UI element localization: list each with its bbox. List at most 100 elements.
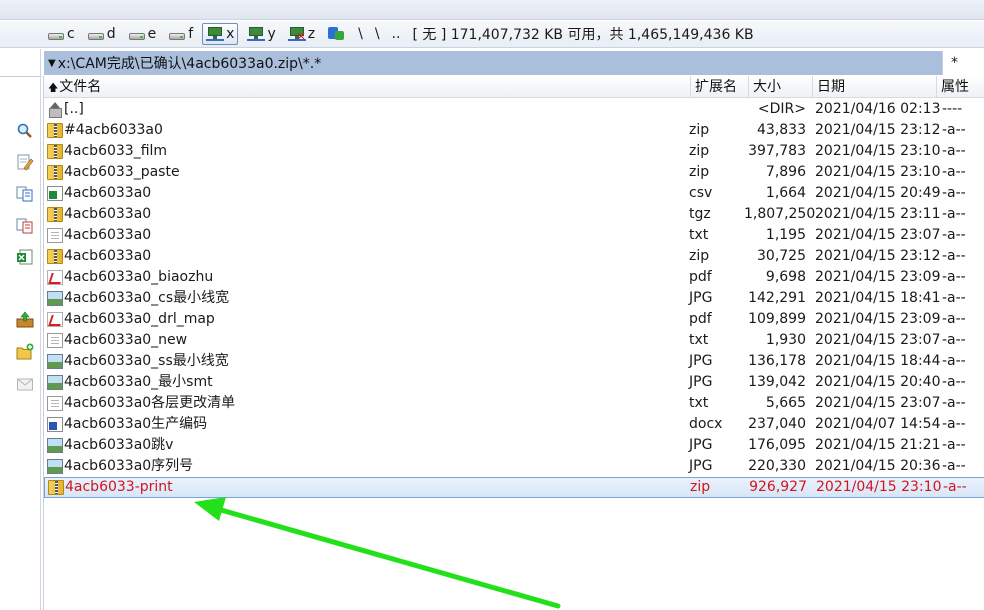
file-name: 4acb6033a0_biaozhu bbox=[64, 269, 214, 285]
file-row[interactable]: 4acb6033a0序列号 JPG 220,330 2021/04/15 20:36-… bbox=[44, 456, 984, 477]
drive-button-e[interactable]: e bbox=[125, 23, 160, 45]
file-ext: txt bbox=[689, 395, 709, 411]
filter-box[interactable]: * bbox=[942, 51, 984, 75]
file-date: 2021/04/15 23:10 bbox=[815, 143, 941, 159]
file-row[interactable]: 4acb6033_paste zip 7,896 2021/04/15 23:10 -a… bbox=[44, 162, 984, 183]
drive-button-d[interactable]: d bbox=[84, 23, 119, 45]
file-icon-cell bbox=[47, 312, 63, 327]
hard-disk-icon bbox=[128, 29, 146, 40]
file-row[interactable]: 4acb6033a0_最小smt JPG 139,042 2021/04/15 20:… bbox=[44, 372, 984, 393]
move-icon[interactable] bbox=[16, 217, 34, 235]
file-icon-cell bbox=[47, 207, 63, 222]
file-row[interactable]: 4acb6033a0各层更改清单 txt 5,665 2021/04/15 23:07… bbox=[44, 393, 984, 414]
file-date: 2021/04/15 21:21 bbox=[815, 437, 941, 453]
file-row[interactable]: [..] <DIR> 2021/04/16 02:13 ---- bbox=[44, 99, 984, 120]
mail-icon[interactable] bbox=[16, 375, 34, 393]
file-size: 1,807,250 bbox=[744, 206, 816, 222]
file-row[interactable]: 4acb6033a0 csv 1,664 2021/04/15 20:49 -a-- bbox=[44, 183, 984, 204]
excel-icon[interactable] bbox=[16, 248, 34, 266]
file-size: 136,178 bbox=[748, 353, 806, 369]
file-row[interactable]: 4acb6033a0 txt 1,195 2021/04/15 23:07 -a-- bbox=[44, 225, 984, 246]
file-date: 2021/04/15 23:12 bbox=[815, 248, 941, 264]
file-attr: -a-- bbox=[942, 437, 966, 453]
file-list-panel: 🡅文件名 扩展名 大小 日期 属性 [..] <DIR> 2021/04/16 02… bbox=[43, 76, 984, 610]
file-row[interactable]: 4acb6033a0 zip 30,725 2021/04/15 23:12 -a-- bbox=[44, 246, 984, 267]
file-row[interactable]: 4acb6033a0_biaozhu pdf 9,698 2021/04/15 23:… bbox=[44, 267, 984, 288]
new-folder-icon[interactable] bbox=[16, 343, 34, 361]
drive-button-z[interactable]: ✕ z bbox=[285, 23, 318, 45]
column-header-size[interactable]: 大小 bbox=[749, 76, 813, 98]
drive-button-y[interactable]: y bbox=[244, 23, 278, 45]
pdf-icon bbox=[47, 312, 63, 327]
root-dir-button[interactable]: \ bbox=[375, 26, 380, 42]
file-date: 2021/04/15 18:41 bbox=[815, 290, 941, 306]
file-icon-cell bbox=[47, 270, 63, 285]
file-row[interactable]: 4acb6033a0_ss最小线宽 JPG 136,178 2021/04/15 18… bbox=[44, 351, 984, 372]
column-header-attr[interactable]: 属性 bbox=[937, 76, 984, 98]
pdf-icon bbox=[47, 270, 63, 285]
file-row[interactable]: 4acb6033a0生产编码 docx 237,040 2021/04/07 14:5… bbox=[44, 414, 984, 435]
drive-letter: x bbox=[226, 26, 235, 42]
file-name: 4acb6033a0生产编码 bbox=[64, 416, 208, 432]
network-neighborhood-button[interactable] bbox=[324, 23, 348, 45]
file-attr: -a-- bbox=[942, 227, 966, 243]
file-size: 139,042 bbox=[748, 374, 806, 390]
file-name: 4acb6033a0 bbox=[64, 227, 152, 243]
text-file-icon bbox=[47, 333, 63, 348]
drive-button-x[interactable]: x bbox=[202, 23, 239, 45]
column-header-ext[interactable]: 扩展名 bbox=[691, 76, 749, 98]
left-toolbar bbox=[0, 49, 41, 610]
drive-button-c[interactable]: c bbox=[44, 23, 78, 45]
file-row[interactable]: 4acb6033a0_new txt 1,930 2021/04/15 23:07 -a… bbox=[44, 330, 984, 351]
parent-dir-button[interactable]: .. bbox=[392, 26, 401, 42]
file-icon-cell bbox=[47, 438, 63, 453]
sort-ascending-icon: 🡅 bbox=[48, 83, 59, 94]
drive-button-f[interactable]: f bbox=[165, 23, 196, 45]
file-size: 43,833 bbox=[757, 122, 806, 138]
path-bar[interactable]: ▼ x:\CAM完成\已确认\4acb6033a0.zip\*.* bbox=[44, 51, 970, 75]
file-row[interactable]: 4acb6033a0_cs最小线宽 JPG 142,291 2021/04/15 18… bbox=[44, 288, 984, 309]
file-size: 926,927 bbox=[749, 479, 807, 495]
file-icon-cell bbox=[47, 123, 63, 138]
network-root-button[interactable]: \ bbox=[358, 26, 363, 42]
file-row-selected[interactable]: 4acb6033-print zip 926,927 2021/04/15 23:10… bbox=[44, 477, 984, 498]
pack-icon[interactable] bbox=[16, 311, 34, 329]
file-ext: zip bbox=[689, 122, 710, 138]
network-neighborhood-icon bbox=[327, 26, 345, 42]
file-row[interactable]: #4acb6033a0 zip 43,833 2021/04/15 23:12 -a-- bbox=[44, 120, 984, 141]
file-attr: -a-- bbox=[942, 248, 966, 264]
file-date: 2021/04/15 23:09 bbox=[815, 311, 941, 327]
top-strip bbox=[0, 0, 984, 20]
file-row[interactable]: 4acb6033a0跳v JPG 176,095 2021/04/15 21:21 -a… bbox=[44, 435, 984, 456]
file-date: 2021/04/16 02:13 bbox=[815, 101, 941, 117]
file-name: 4acb6033-print bbox=[65, 479, 173, 495]
column-header: 🡅文件名 扩展名 大小 日期 属性 bbox=[44, 76, 984, 98]
file-ext: zip bbox=[689, 164, 710, 180]
network-drive-disconnected-icon: ✕ bbox=[287, 26, 306, 42]
image-file-icon bbox=[47, 375, 63, 390]
drive-letter: f bbox=[188, 26, 194, 42]
network-drive-icon bbox=[247, 26, 266, 42]
file-size: 237,040 bbox=[748, 416, 806, 432]
archive-icon bbox=[47, 249, 63, 264]
file-date: 2021/04/15 23:12 bbox=[815, 122, 941, 138]
parent-folder-icon bbox=[47, 102, 63, 118]
excel-file-icon bbox=[47, 186, 63, 201]
edit-icon[interactable] bbox=[16, 153, 34, 171]
file-attr: -a-- bbox=[942, 269, 966, 285]
search-icon[interactable] bbox=[16, 122, 34, 140]
file-name: 4acb6033_paste bbox=[64, 164, 180, 180]
path-dropdown-icon[interactable]: ▼ bbox=[48, 58, 56, 69]
file-date: 2021/04/15 23:07 bbox=[815, 332, 941, 348]
image-file-icon bbox=[47, 354, 63, 369]
file-row[interactable]: 4acb6033_film zip 397,783 2021/04/15 23:10-… bbox=[44, 141, 984, 162]
column-attr-label: 属性 bbox=[941, 79, 969, 95]
file-row[interactable]: 4acb6033a0 tgz 1,807,250 2021/04/15 23:11 -a… bbox=[44, 204, 984, 225]
file-ext: JPG bbox=[689, 353, 713, 369]
column-header-name[interactable]: 🡅文件名 bbox=[44, 76, 691, 98]
file-date: 2021/04/15 20:40 bbox=[815, 374, 941, 390]
copy-icon[interactable] bbox=[16, 185, 34, 203]
file-rows: [..] <DIR> 2021/04/16 02:13 ---- #4acb6033a0… bbox=[44, 99, 984, 498]
file-row[interactable]: 4acb6033a0_drl_map pdf 109,899 2021/04/15 2… bbox=[44, 309, 984, 330]
column-header-date[interactable]: 日期 bbox=[813, 76, 937, 98]
